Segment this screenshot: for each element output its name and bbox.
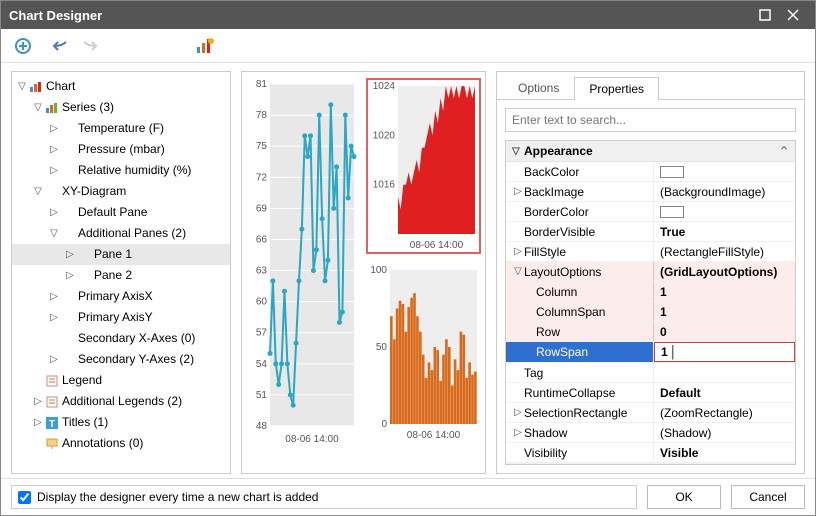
chart-temperature: 48 51 54 57 60 63 66 69 72 75 78 81 08-06 14:00 xyxy=(248,78,358,448)
svg-text:50: 50 xyxy=(376,342,388,353)
svg-text:48: 48 xyxy=(256,421,268,432)
chart-humidity: 0 50 100 08-06 14:00 xyxy=(366,264,481,442)
tree-secondary-x[interactable]: ▷Secondary X-Axes (0) xyxy=(12,328,230,349)
category-behavior[interactable]: ▽Behavior xyxy=(506,463,795,465)
svg-text:T: T xyxy=(49,419,55,429)
tree-series[interactable]: ▽Series (3) xyxy=(12,97,230,118)
svg-text:63: 63 xyxy=(256,266,268,277)
toolbar xyxy=(1,29,815,63)
svg-text:78: 78 xyxy=(256,110,268,121)
svg-text:81: 81 xyxy=(256,79,268,90)
swatch-icon xyxy=(660,206,684,218)
chart-settings-icon[interactable] xyxy=(195,36,215,56)
tree-titles[interactable]: ▷TTitles (1) xyxy=(12,412,230,433)
tree-annotations[interactable]: ▷Annotations (0) xyxy=(12,433,230,454)
maximize-button[interactable] xyxy=(751,5,779,25)
titlebar: Chart Designer xyxy=(1,1,815,29)
prop-rowspan-editing[interactable]: RowSpan1│ xyxy=(506,342,795,363)
tree-legend[interactable]: ▷Legend xyxy=(12,370,230,391)
svg-text:1020: 1020 xyxy=(373,130,396,141)
tree-series-item[interactable]: ▷Pressure (mbar) xyxy=(12,139,230,160)
tree-pane-2[interactable]: ▷Pane 2 xyxy=(12,265,230,286)
window-title: Chart Designer xyxy=(9,8,751,23)
chart-designer-window: Chart Designer ▽Chart ▽Series (3) ▷Tempe… xyxy=(0,0,816,516)
svg-text:75: 75 xyxy=(256,141,268,152)
tree-default-pane[interactable]: ▷Default Pane xyxy=(12,202,230,223)
tree-chart[interactable]: ▽Chart xyxy=(12,76,230,97)
properties-panel: Options Properties ▽Appearance⌃ BackColo… xyxy=(496,71,805,474)
chart-pressure: 1016 1020 1024 08-06 14:00 xyxy=(368,80,479,252)
footer: Display the designer every time a new ch… xyxy=(1,478,815,515)
checkbox-icon[interactable] xyxy=(18,491,31,504)
tree-additional-legends[interactable]: ▷Additional Legends (2) xyxy=(12,391,230,412)
swatch-icon xyxy=(660,166,684,178)
redo-icon[interactable] xyxy=(79,36,99,56)
svg-text:69: 69 xyxy=(256,203,268,214)
tab-properties[interactable]: Properties xyxy=(574,77,659,100)
tree-series-item[interactable]: ▷Relative humidity (%) xyxy=(12,160,230,181)
category-appearance[interactable]: ▽Appearance⌃ xyxy=(506,141,795,162)
content-area: ▽Chart ▽Series (3) ▷Temperature (F) ▷Pre… xyxy=(1,63,815,478)
svg-text:08-06 14:00: 08-06 14:00 xyxy=(410,240,464,251)
chart-tree[interactable]: ▽Chart ▽Series (3) ▷Temperature (F) ▷Pre… xyxy=(12,76,230,454)
svg-text:08-06 14:00: 08-06 14:00 xyxy=(407,430,461,441)
svg-text:08-06 14:00: 08-06 14:00 xyxy=(285,434,339,445)
add-icon[interactable] xyxy=(13,36,33,56)
svg-text:57: 57 xyxy=(256,328,268,339)
svg-text:60: 60 xyxy=(256,297,268,308)
svg-text:1016: 1016 xyxy=(373,180,396,191)
svg-text:100: 100 xyxy=(370,265,387,276)
close-button[interactable] xyxy=(779,5,807,25)
tree-series-item[interactable]: ▷Temperature (F) xyxy=(12,118,230,139)
tab-options[interactable]: Options xyxy=(503,76,574,99)
tree-pane-1[interactable]: ▷Pane 1 xyxy=(12,244,230,265)
undo-icon[interactable] xyxy=(51,36,71,56)
svg-text:54: 54 xyxy=(256,359,268,370)
svg-text:66: 66 xyxy=(256,234,268,245)
tree-secondary-y[interactable]: ▷Secondary Y-Axes (2) xyxy=(12,349,230,370)
tree-primary-axis-x[interactable]: ▷Primary AxisX xyxy=(12,286,230,307)
svg-text:1024: 1024 xyxy=(373,81,396,92)
tree-panel: ▽Chart ▽Series (3) ▷Temperature (F) ▷Pre… xyxy=(11,71,231,474)
cancel-button[interactable]: Cancel xyxy=(731,485,805,509)
svg-text:0: 0 xyxy=(381,419,387,430)
ok-button[interactable]: OK xyxy=(647,485,721,509)
preview-panel: 48 51 54 57 60 63 66 69 72 75 78 81 08-06 14:00 1016… xyxy=(241,71,486,474)
tree-primary-axis-y[interactable]: ▷Primary AxisY xyxy=(12,307,230,328)
svg-text:51: 51 xyxy=(256,390,268,401)
tree-additional-panes[interactable]: ▽Additional Panes (2) xyxy=(12,223,230,244)
svg-text:72: 72 xyxy=(256,172,268,183)
search-input[interactable] xyxy=(505,108,796,132)
property-grid[interactable]: ▽Appearance⌃ BackColor ▷BackImage(Backgr… xyxy=(505,140,796,465)
tabs: Options Properties xyxy=(497,72,804,100)
tree-xydiagram[interactable]: ▽XY-Diagram xyxy=(12,181,230,202)
always-show-checkbox[interactable]: Display the designer every time a new ch… xyxy=(11,485,637,509)
